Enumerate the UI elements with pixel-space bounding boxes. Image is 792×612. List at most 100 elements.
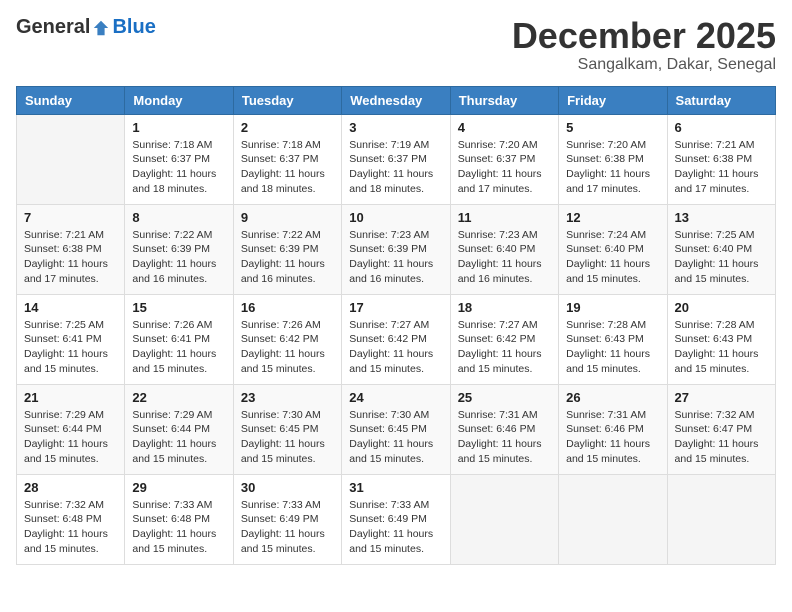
calendar-cell: 29 Sunrise: 7:33 AMSunset: 6:48 PMDaylig… <box>125 474 233 564</box>
day-number: 4 <box>458 120 551 135</box>
day-info: Sunrise: 7:22 AMSunset: 6:39 PMDaylight:… <box>132 229 216 285</box>
day-number: 19 <box>566 300 659 315</box>
calendar-cell <box>559 474 667 564</box>
calendar-cell: 11 Sunrise: 7:23 AMSunset: 6:40 PMDaylig… <box>450 204 558 294</box>
weekday-header-friday: Friday <box>559 86 667 114</box>
calendar-cell: 19 Sunrise: 7:28 AMSunset: 6:43 PMDaylig… <box>559 294 667 384</box>
day-number: 30 <box>241 480 334 495</box>
logo-blue-text: Blue <box>112 16 155 39</box>
day-info: Sunrise: 7:25 AMSunset: 6:40 PMDaylight:… <box>675 229 759 285</box>
calendar-cell: 26 Sunrise: 7:31 AMSunset: 6:46 PMDaylig… <box>559 384 667 474</box>
title-block: December 2025 Sangalkam, Dakar, Senegal <box>512 16 776 74</box>
calendar-cell: 15 Sunrise: 7:26 AMSunset: 6:41 PMDaylig… <box>125 294 233 384</box>
calendar-cell: 21 Sunrise: 7:29 AMSunset: 6:44 PMDaylig… <box>17 384 125 474</box>
day-number: 8 <box>132 210 225 225</box>
calendar-cell: 28 Sunrise: 7:32 AMSunset: 6:48 PMDaylig… <box>17 474 125 564</box>
calendar-cell: 7 Sunrise: 7:21 AMSunset: 6:38 PMDayligh… <box>17 204 125 294</box>
calendar-cell: 13 Sunrise: 7:25 AMSunset: 6:40 PMDaylig… <box>667 204 775 294</box>
weekday-header-monday: Monday <box>125 86 233 114</box>
calendar-cell: 20 Sunrise: 7:28 AMSunset: 6:43 PMDaylig… <box>667 294 775 384</box>
calendar-cell: 5 Sunrise: 7:20 AMSunset: 6:38 PMDayligh… <box>559 114 667 204</box>
weekday-header-wednesday: Wednesday <box>342 86 450 114</box>
day-info: Sunrise: 7:33 AMSunset: 6:49 PMDaylight:… <box>241 499 325 555</box>
day-info: Sunrise: 7:20 AMSunset: 6:38 PMDaylight:… <box>566 139 650 195</box>
day-number: 15 <box>132 300 225 315</box>
calendar-week-row: 28 Sunrise: 7:32 AMSunset: 6:48 PMDaylig… <box>17 474 776 564</box>
calendar-cell: 18 Sunrise: 7:27 AMSunset: 6:42 PMDaylig… <box>450 294 558 384</box>
calendar-cell: 24 Sunrise: 7:30 AMSunset: 6:45 PMDaylig… <box>342 384 450 474</box>
calendar-cell: 8 Sunrise: 7:22 AMSunset: 6:39 PMDayligh… <box>125 204 233 294</box>
month-title: December 2025 <box>512 16 776 56</box>
day-number: 5 <box>566 120 659 135</box>
weekday-header-tuesday: Tuesday <box>233 86 341 114</box>
day-number: 24 <box>349 390 442 405</box>
day-info: Sunrise: 7:26 AMSunset: 6:41 PMDaylight:… <box>132 319 216 375</box>
logo: General Blue <box>16 16 156 39</box>
day-number: 22 <box>132 390 225 405</box>
calendar-week-row: 14 Sunrise: 7:25 AMSunset: 6:41 PMDaylig… <box>17 294 776 384</box>
day-info: Sunrise: 7:27 AMSunset: 6:42 PMDaylight:… <box>349 319 433 375</box>
page-header: General Blue December 2025 Sangalkam, Da… <box>16 16 776 74</box>
logo-icon <box>92 19 110 37</box>
day-info: Sunrise: 7:30 AMSunset: 6:45 PMDaylight:… <box>241 409 325 465</box>
calendar-cell: 6 Sunrise: 7:21 AMSunset: 6:38 PMDayligh… <box>667 114 775 204</box>
day-number: 25 <box>458 390 551 405</box>
calendar-cell: 14 Sunrise: 7:25 AMSunset: 6:41 PMDaylig… <box>17 294 125 384</box>
day-number: 20 <box>675 300 768 315</box>
day-info: Sunrise: 7:29 AMSunset: 6:44 PMDaylight:… <box>24 409 108 465</box>
calendar-cell: 1 Sunrise: 7:18 AMSunset: 6:37 PMDayligh… <box>125 114 233 204</box>
calendar-cell: 22 Sunrise: 7:29 AMSunset: 6:44 PMDaylig… <box>125 384 233 474</box>
calendar-header-row: SundayMondayTuesdayWednesdayThursdayFrid… <box>17 86 776 114</box>
day-info: Sunrise: 7:32 AMSunset: 6:48 PMDaylight:… <box>24 499 108 555</box>
day-number: 14 <box>24 300 117 315</box>
day-number: 18 <box>458 300 551 315</box>
calendar-week-row: 21 Sunrise: 7:29 AMSunset: 6:44 PMDaylig… <box>17 384 776 474</box>
day-number: 9 <box>241 210 334 225</box>
day-info: Sunrise: 7:31 AMSunset: 6:46 PMDaylight:… <box>458 409 542 465</box>
calendar-cell: 31 Sunrise: 7:33 AMSunset: 6:49 PMDaylig… <box>342 474 450 564</box>
day-info: Sunrise: 7:22 AMSunset: 6:39 PMDaylight:… <box>241 229 325 285</box>
day-number: 1 <box>132 120 225 135</box>
day-info: Sunrise: 7:33 AMSunset: 6:48 PMDaylight:… <box>132 499 216 555</box>
calendar-cell: 27 Sunrise: 7:32 AMSunset: 6:47 PMDaylig… <box>667 384 775 474</box>
day-number: 2 <box>241 120 334 135</box>
day-info: Sunrise: 7:21 AMSunset: 6:38 PMDaylight:… <box>675 139 759 195</box>
day-number: 13 <box>675 210 768 225</box>
calendar-cell: 30 Sunrise: 7:33 AMSunset: 6:49 PMDaylig… <box>233 474 341 564</box>
calendar-cell: 25 Sunrise: 7:31 AMSunset: 6:46 PMDaylig… <box>450 384 558 474</box>
day-number: 10 <box>349 210 442 225</box>
day-number: 23 <box>241 390 334 405</box>
calendar-cell: 3 Sunrise: 7:19 AMSunset: 6:37 PMDayligh… <box>342 114 450 204</box>
calendar-cell: 12 Sunrise: 7:24 AMSunset: 6:40 PMDaylig… <box>559 204 667 294</box>
logo-general-text: General <box>16 16 90 39</box>
day-number: 3 <box>349 120 442 135</box>
weekday-header-saturday: Saturday <box>667 86 775 114</box>
day-number: 16 <box>241 300 334 315</box>
day-info: Sunrise: 7:26 AMSunset: 6:42 PMDaylight:… <box>241 319 325 375</box>
calendar-week-row: 7 Sunrise: 7:21 AMSunset: 6:38 PMDayligh… <box>17 204 776 294</box>
day-info: Sunrise: 7:24 AMSunset: 6:40 PMDaylight:… <box>566 229 650 285</box>
day-number: 11 <box>458 210 551 225</box>
calendar-cell: 16 Sunrise: 7:26 AMSunset: 6:42 PMDaylig… <box>233 294 341 384</box>
day-info: Sunrise: 7:25 AMSunset: 6:41 PMDaylight:… <box>24 319 108 375</box>
day-info: Sunrise: 7:23 AMSunset: 6:39 PMDaylight:… <box>349 229 433 285</box>
day-info: Sunrise: 7:20 AMSunset: 6:37 PMDaylight:… <box>458 139 542 195</box>
day-number: 26 <box>566 390 659 405</box>
calendar-table: SundayMondayTuesdayWednesdayThursdayFrid… <box>16 86 776 565</box>
day-number: 28 <box>24 480 117 495</box>
calendar-cell: 10 Sunrise: 7:23 AMSunset: 6:39 PMDaylig… <box>342 204 450 294</box>
day-info: Sunrise: 7:28 AMSunset: 6:43 PMDaylight:… <box>566 319 650 375</box>
day-number: 6 <box>675 120 768 135</box>
calendar-cell: 2 Sunrise: 7:18 AMSunset: 6:37 PMDayligh… <box>233 114 341 204</box>
day-info: Sunrise: 7:31 AMSunset: 6:46 PMDaylight:… <box>566 409 650 465</box>
weekday-header-thursday: Thursday <box>450 86 558 114</box>
day-info: Sunrise: 7:18 AMSunset: 6:37 PMDaylight:… <box>132 139 216 195</box>
weekday-header-sunday: Sunday <box>17 86 125 114</box>
day-number: 31 <box>349 480 442 495</box>
day-info: Sunrise: 7:21 AMSunset: 6:38 PMDaylight:… <box>24 229 108 285</box>
day-number: 29 <box>132 480 225 495</box>
day-number: 21 <box>24 390 117 405</box>
day-number: 27 <box>675 390 768 405</box>
day-info: Sunrise: 7:32 AMSunset: 6:47 PMDaylight:… <box>675 409 759 465</box>
day-info: Sunrise: 7:33 AMSunset: 6:49 PMDaylight:… <box>349 499 433 555</box>
